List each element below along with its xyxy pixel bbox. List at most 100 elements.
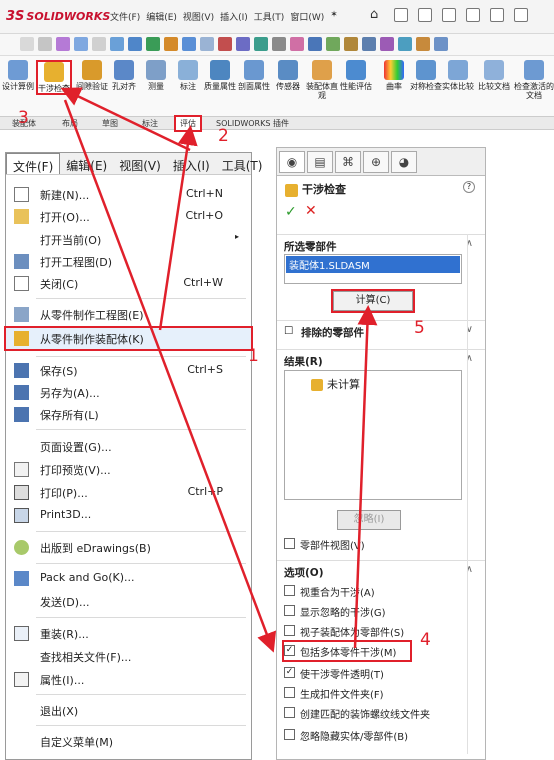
menu-insert[interactable]: 插入(I) bbox=[220, 10, 248, 23]
filter-icon[interactable] bbox=[20, 37, 34, 51]
cursor-icon[interactable] bbox=[74, 37, 88, 51]
menu-item-exit[interactable]: 退出(X) bbox=[6, 700, 251, 721]
result-item[interactable]: 未计算 bbox=[311, 376, 360, 392]
property-manager-tab[interactable]: ▤ bbox=[307, 151, 333, 173]
option-show-ignored[interactable]: 显示忽略的干涉(G) bbox=[284, 602, 484, 620]
display-manager-tab[interactable]: ◕ bbox=[391, 151, 417, 173]
option-subassembly-as-component[interactable]: 视子装配体为零部件(S) bbox=[284, 622, 484, 640]
option-transparent-parts[interactable]: ✓ 使干涉零件透明(T) bbox=[284, 664, 484, 682]
menu-item-make-assembly-from-part[interactable]: 从零件制作装配体(K) bbox=[4, 326, 253, 351]
design-study-button[interactable]: 设计算例 bbox=[2, 60, 34, 91]
new-document-icon[interactable] bbox=[394, 8, 408, 22]
calculate-button[interactable]: 计算(C) bbox=[331, 289, 415, 313]
menu-window[interactable]: 窗口(W) bbox=[290, 10, 324, 23]
tab-markup[interactable]: 标注 bbox=[138, 118, 162, 129]
menu-item-find-references[interactable]: 查找相关文件(F)... bbox=[6, 646, 251, 667]
tool-icon[interactable] bbox=[164, 37, 178, 51]
menu-view[interactable]: 视图(V) bbox=[183, 10, 214, 23]
menu-edit[interactable]: 编辑(E) bbox=[146, 10, 177, 23]
menu-item-make-drawing-from-part[interactable]: 从零件制作工程图(E) bbox=[6, 304, 251, 325]
print-icon[interactable] bbox=[466, 8, 480, 22]
menu-item-save-all[interactable]: 保存所有(L) bbox=[6, 404, 251, 425]
selected-components-list[interactable]: 装配体1.SLDASM bbox=[284, 254, 462, 284]
options-section[interactable]: 选项(O) ∧ bbox=[277, 560, 485, 580]
markup-button[interactable]: 标注 bbox=[172, 60, 204, 91]
ok-button[interactable]: ✓ bbox=[285, 204, 297, 220]
excluded-components-section[interactable]: ☐ 排除的零部件 ∨ bbox=[277, 320, 485, 340]
measure-button[interactable]: 测量 bbox=[140, 60, 172, 91]
performance-evaluation-button[interactable]: 性能评估 bbox=[340, 60, 372, 91]
menu-file[interactable]: 文件(F) bbox=[6, 153, 61, 174]
option-coincidence-as-interference[interactable]: 视重合为干涉(A) bbox=[284, 582, 484, 600]
menu-item-open[interactable]: 打开(O)... Ctrl+O bbox=[6, 206, 251, 227]
tool-icon[interactable] bbox=[92, 37, 106, 51]
menu-view[interactable]: 视图(V) bbox=[113, 153, 167, 174]
tool-icon[interactable] bbox=[434, 37, 448, 51]
option-cosmetic-thread-folder[interactable]: 创建匹配的装饰螺纹线文件夹 bbox=[284, 704, 484, 722]
dimxpert-tab[interactable]: ⊕ bbox=[363, 151, 389, 173]
menu-item-close[interactable]: 关闭(C) Ctrl+W bbox=[6, 273, 251, 294]
menu-tools[interactable]: 工具(T) bbox=[254, 10, 285, 23]
tool-icon[interactable] bbox=[254, 37, 268, 51]
sensor-button[interactable]: 传感器 bbox=[272, 60, 304, 91]
menu-item-open-drawing[interactable]: 打开工程图(D) bbox=[6, 251, 251, 272]
menu-item-print-preview[interactable]: 打印预览(V)... bbox=[6, 459, 251, 480]
menu-item-pack-and-go[interactable]: Pack and Go(K)... bbox=[6, 568, 251, 589]
tool-icon[interactable] bbox=[290, 37, 304, 51]
selected-component-item[interactable]: 装配体1.SLDASM bbox=[286, 256, 460, 273]
home-icon[interactable]: ⌂ bbox=[370, 8, 384, 22]
clearance-verification-button[interactable]: 间隙验证 bbox=[76, 60, 108, 91]
select-icon[interactable] bbox=[514, 8, 528, 22]
feature-manager-tab[interactable]: ◉ bbox=[279, 151, 305, 173]
menu-item-new[interactable]: 新建(N)... Ctrl+N bbox=[6, 184, 251, 205]
cancel-button[interactable]: ✕ bbox=[305, 203, 317, 219]
tool-icon[interactable] bbox=[344, 37, 358, 51]
option-fastener-folder[interactable]: 生成扣件文件夹(F) bbox=[284, 684, 484, 702]
compare-bodies-button[interactable]: 实体比较 bbox=[442, 60, 474, 91]
filter-icon[interactable] bbox=[38, 37, 52, 51]
results-section[interactable]: 结果(R) ∧ bbox=[277, 349, 485, 369]
tool-icon[interactable] bbox=[200, 37, 214, 51]
menu-item-save[interactable]: 保存(S) Ctrl+S bbox=[6, 360, 251, 381]
menu-insert[interactable]: 插入(I) bbox=[167, 153, 216, 174]
menu-item-open-current[interactable]: 打开当前(O) ▸ bbox=[6, 229, 251, 250]
help-icon[interactable]: ? bbox=[463, 181, 475, 193]
tool-icon[interactable] bbox=[110, 37, 124, 51]
compare-documents-button[interactable]: 比较文档 bbox=[478, 60, 510, 91]
menu-item-reload[interactable]: 重装(R)... bbox=[6, 623, 251, 644]
menu-item-customize-menu[interactable]: 自定义菜单(M) bbox=[6, 731, 251, 752]
excluded-checkbox[interactable]: ☐ bbox=[284, 325, 293, 337]
tool-icon[interactable] bbox=[326, 37, 340, 51]
hole-alignment-button[interactable]: 孔对齐 bbox=[108, 60, 140, 91]
tool-icon[interactable] bbox=[146, 37, 160, 51]
tool-icon[interactable] bbox=[416, 37, 430, 51]
symmetry-check-button[interactable]: 对称检查 bbox=[410, 60, 442, 91]
tool-icon[interactable] bbox=[362, 37, 376, 51]
interference-detection-button[interactable]: 干涉检查 bbox=[36, 60, 72, 95]
section-properties-button[interactable]: 剖面属性 bbox=[238, 60, 270, 91]
pin-icon[interactable]: ✶ bbox=[330, 10, 338, 23]
menu-item-print[interactable]: 打印(P)... Ctrl+P bbox=[6, 482, 251, 503]
tool-icon[interactable] bbox=[272, 37, 286, 51]
menu-tools[interactable]: 工具(T) bbox=[216, 153, 269, 174]
tool-icon[interactable] bbox=[218, 37, 232, 51]
tab-layout[interactable]: 布局 bbox=[58, 118, 82, 129]
tool-icon[interactable] bbox=[182, 37, 196, 51]
mass-properties-button[interactable]: 质量属性 bbox=[204, 60, 236, 91]
tool-icon[interactable] bbox=[308, 37, 322, 51]
open-icon[interactable] bbox=[418, 8, 432, 22]
assembly-visualization-button[interactable]: 装配体直观 bbox=[306, 60, 338, 100]
panel-scrollbar[interactable] bbox=[467, 234, 477, 754]
filter-icon[interactable] bbox=[56, 37, 70, 51]
tab-sketch[interactable]: 草图 bbox=[98, 118, 122, 129]
option-include-multibody[interactable]: ✓ 包括多体零件干涉(M) bbox=[282, 640, 412, 662]
menu-item-print3d[interactable]: Print3D... bbox=[6, 505, 251, 526]
curvature-button[interactable]: 曲率 bbox=[378, 60, 410, 91]
tool-icon[interactable] bbox=[128, 37, 142, 51]
menu-item-save-as[interactable]: 另存为(A)... bbox=[6, 382, 251, 403]
menu-item-properties[interactable]: 属性(I)... bbox=[6, 669, 251, 690]
check-active-document-button[interactable]: 检查激活的文档 bbox=[514, 60, 554, 100]
configuration-manager-tab[interactable]: ⌘ bbox=[335, 151, 361, 173]
ignore-button[interactable]: 忽略(I) bbox=[337, 510, 401, 530]
menu-item-send[interactable]: 发送(D)... bbox=[6, 591, 251, 612]
